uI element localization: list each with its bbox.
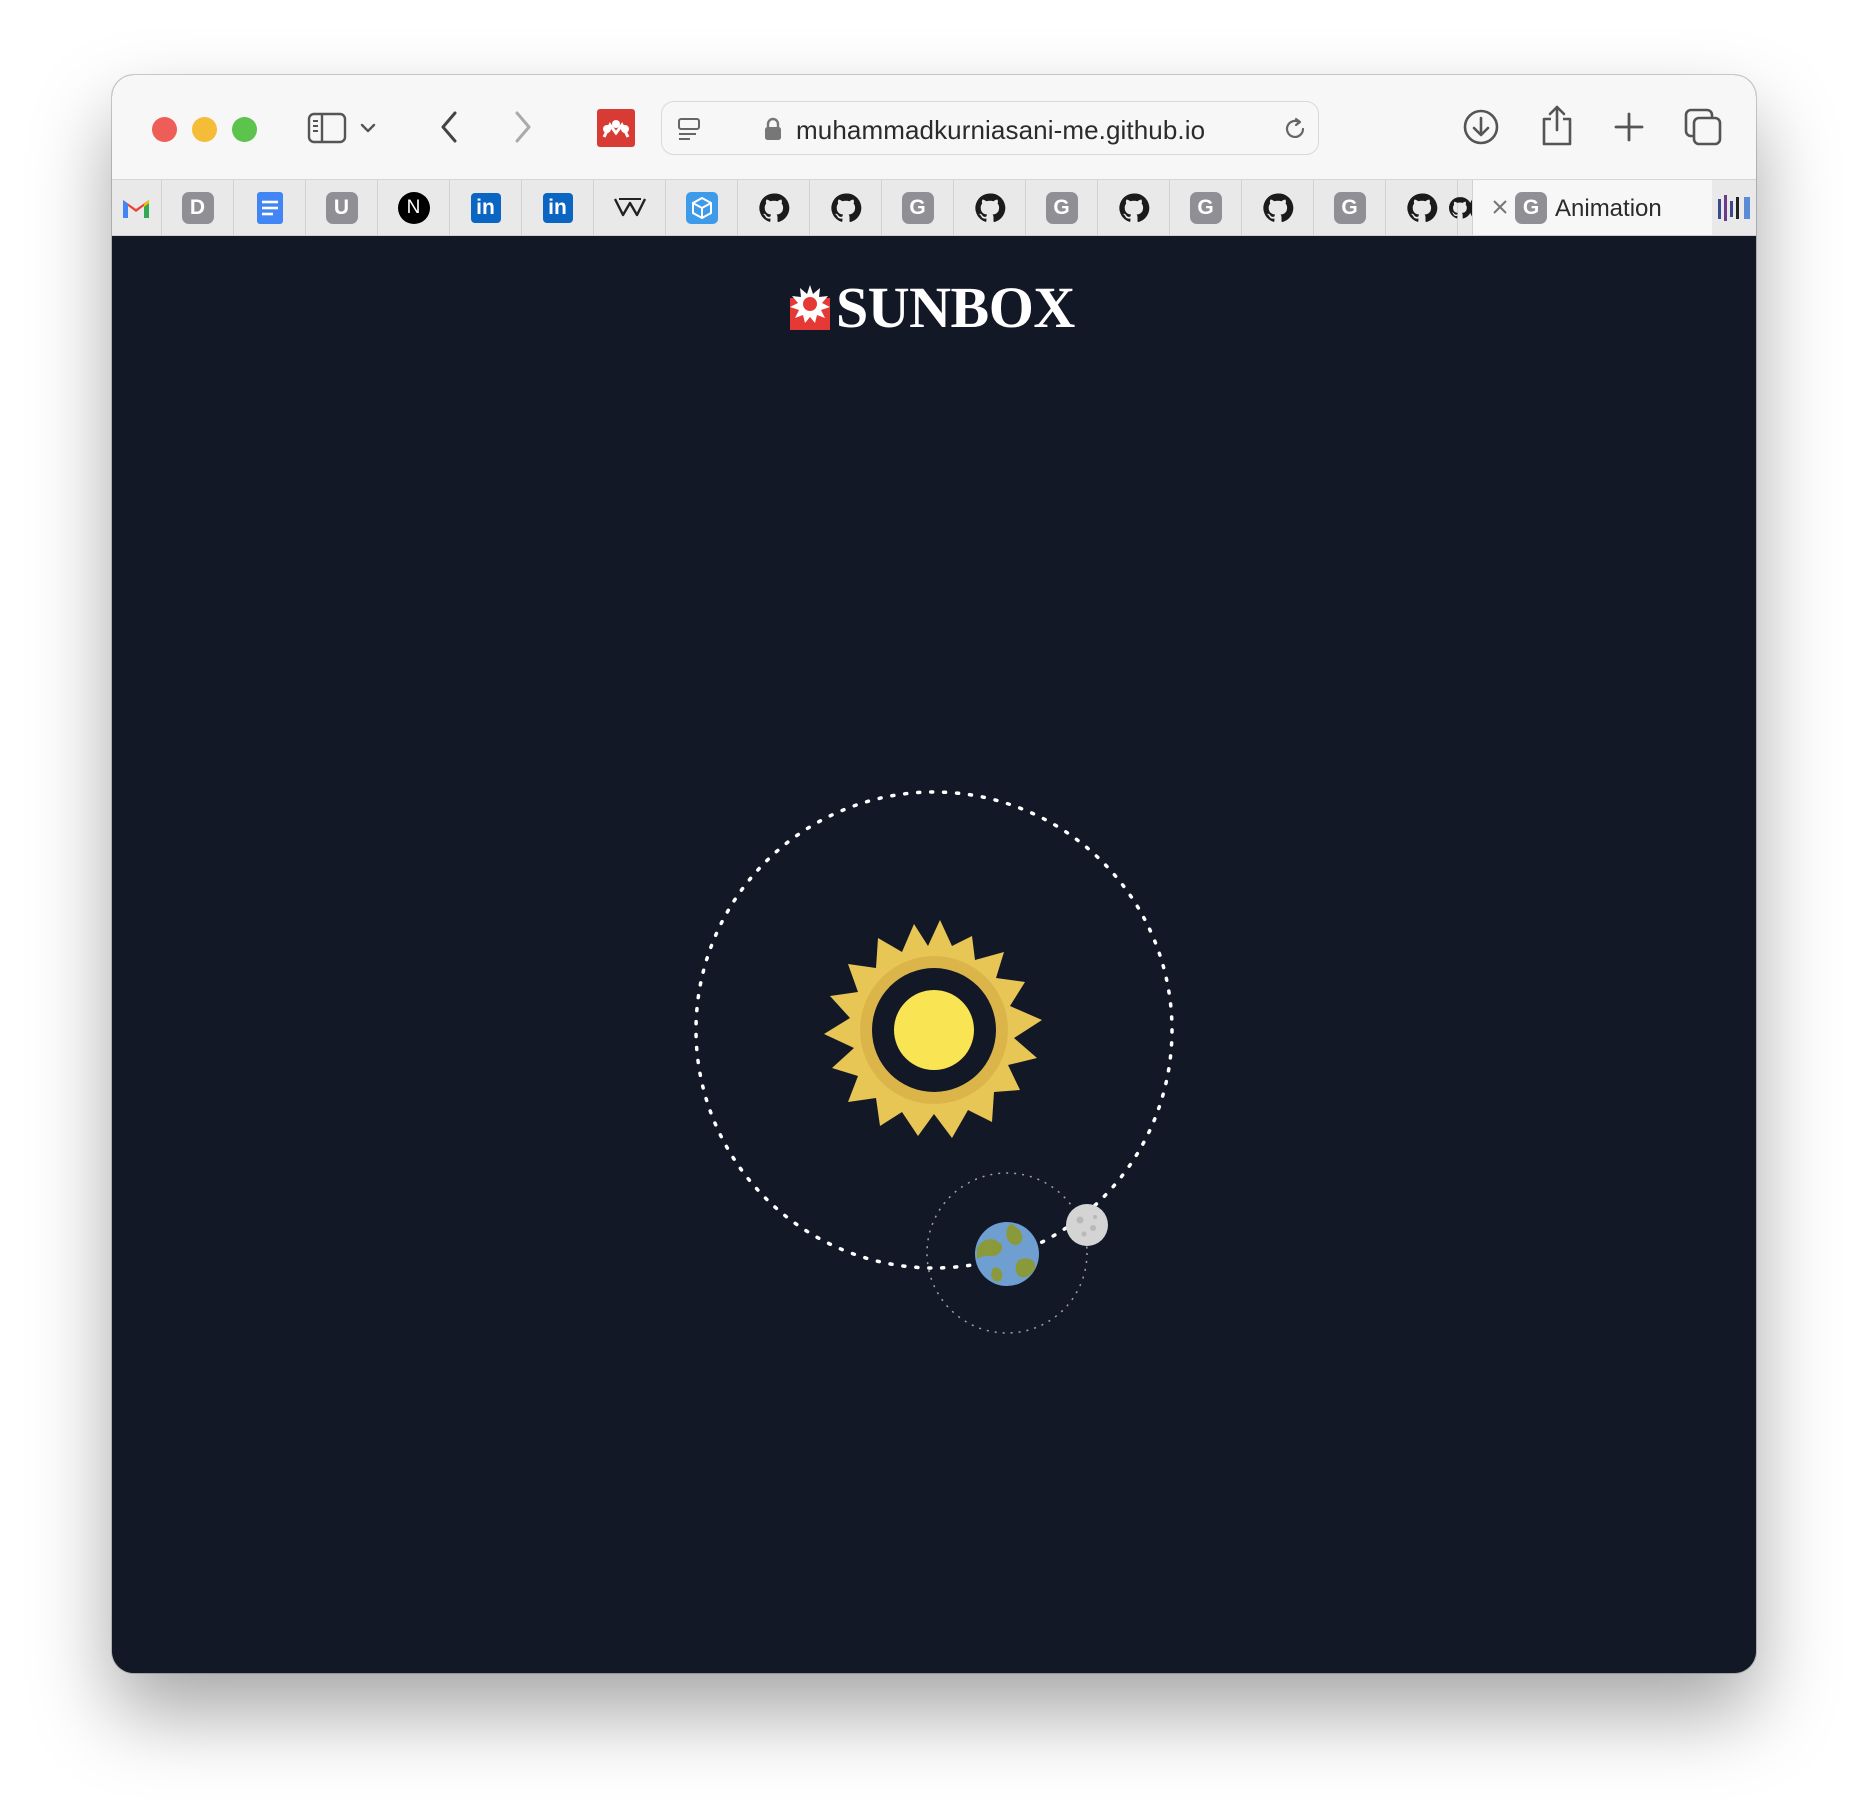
- close-window-button[interactable]: [152, 117, 177, 142]
- url-text[interactable]: muhammadkurniasani-me.github.io: [796, 115, 1205, 146]
- browser-toolbar: muhammadkurniasani-me.github.io: [112, 75, 1756, 179]
- sidebar-toggle-icon[interactable]: [305, 108, 349, 148]
- page-content: SUNBOX: [112, 236, 1756, 1673]
- address-bar[interactable]: muhammadkurniasani-me.github.io: [661, 101, 1319, 155]
- earth-icon: [975, 1222, 1039, 1286]
- tab-title: Animation: [1555, 195, 1662, 222]
- letter-badge-icon[interactable]: G: [1170, 180, 1242, 235]
- google-docs-icon[interactable]: [234, 180, 306, 235]
- close-tab-icon[interactable]: [1487, 194, 1513, 220]
- share-icon[interactable]: [1536, 101, 1578, 149]
- linkedin-icon[interactable]: in: [522, 180, 594, 235]
- next-tab-favicon-icon[interactable]: [1716, 192, 1752, 224]
- letter-badge-icon[interactable]: G: [1026, 180, 1098, 235]
- tab-favicon-icon: G: [1515, 192, 1547, 224]
- lock-icon: [762, 115, 784, 143]
- mendeley-extension-icon[interactable]: [597, 109, 635, 147]
- webflow-icon[interactable]: [594, 180, 666, 235]
- back-icon[interactable]: [434, 107, 464, 147]
- linkedin-icon[interactable]: in: [450, 180, 522, 235]
- minimize-window-button[interactable]: [192, 117, 217, 142]
- nextjs-icon[interactable]: N: [378, 180, 450, 235]
- chevron-down-icon[interactable]: [358, 115, 378, 141]
- github-icon[interactable]: [1098, 180, 1170, 235]
- gmail-icon[interactable]: [112, 180, 162, 235]
- forward-icon[interactable]: [508, 107, 538, 147]
- letter-badge-icon[interactable]: G: [1314, 180, 1386, 235]
- github-icon[interactable]: [810, 180, 882, 235]
- letter-badge-icon[interactable]: U: [306, 180, 378, 235]
- page-menu-icon[interactable]: [674, 114, 704, 144]
- tab-animation[interactable]: G Animation: [1472, 180, 1712, 235]
- maximize-window-button[interactable]: [232, 117, 257, 142]
- browser-window: muhammadkurniasani-me.github.io D U Nin in G…: [112, 75, 1756, 1673]
- github-icon[interactable]: [1242, 180, 1314, 235]
- tab-overview-icon[interactable]: [1682, 105, 1724, 149]
- solar-system-animation: [694, 790, 1174, 1334]
- new-tab-icon[interactable]: [1610, 107, 1648, 147]
- letter-badge-icon[interactable]: D: [162, 180, 234, 235]
- github-icon[interactable]: [1448, 180, 1472, 235]
- downloads-icon[interactable]: [1460, 105, 1502, 149]
- sun: [824, 920, 1042, 1138]
- codesandbox-icon[interactable]: [666, 180, 738, 235]
- sun-core-icon: [894, 990, 974, 1070]
- moon-icon: [1066, 1204, 1108, 1246]
- github-icon[interactable]: [954, 180, 1026, 235]
- reload-icon[interactable]: [1280, 114, 1310, 144]
- letter-badge-icon[interactable]: G: [882, 180, 954, 235]
- tab-bar: D U Nin in G G G G G Animation: [112, 179, 1756, 236]
- github-icon[interactable]: [738, 180, 810, 235]
